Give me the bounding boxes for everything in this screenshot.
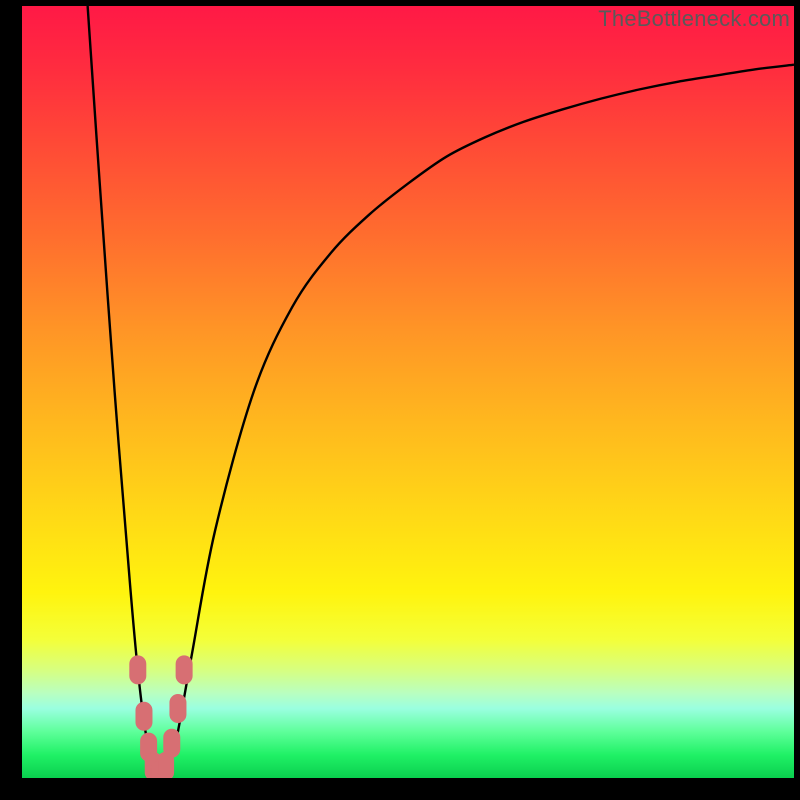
curve-marker [136,702,152,730]
curve-marker [164,729,180,757]
bottleneck-curve-svg [22,6,794,778]
bottleneck-curve-path [88,6,794,775]
plot-area [22,6,794,778]
curve-marker [170,695,186,723]
marker-group [130,656,192,778]
curve-marker [176,656,192,684]
watermark-text: TheBottleneck.com [598,6,790,32]
chart-frame: TheBottleneck.com [0,0,800,800]
curve-marker [130,656,146,684]
